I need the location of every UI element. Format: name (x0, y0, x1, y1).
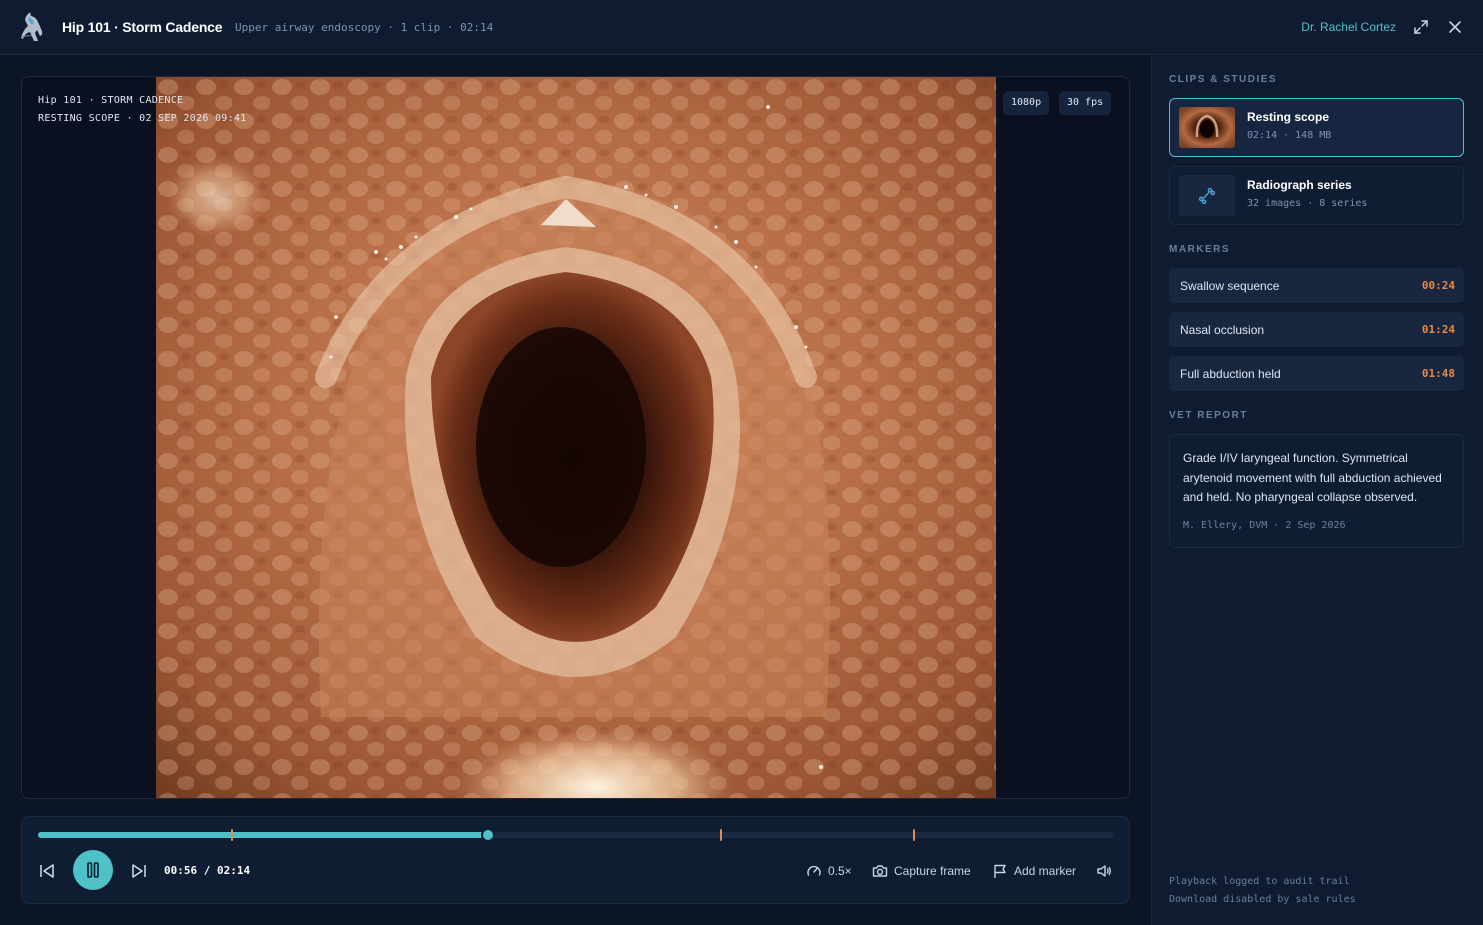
add-marker-button[interactable]: Add marker (992, 861, 1076, 881)
close-icon[interactable] (1446, 18, 1464, 36)
expand-icon[interactable] (1412, 18, 1430, 36)
time-readout: 00:56 / 02:14 (164, 864, 251, 877)
resolution-badge: 1080p (1003, 91, 1050, 115)
clip-card-radiograph-series[interactable]: Radiograph series 32 images · 8 series (1169, 166, 1464, 225)
skip-back-icon[interactable] (38, 862, 56, 880)
vet-report-signature: M. Ellery, DVM · 2 Sep 2026 (1183, 520, 1346, 531)
playback-controls: 00:56 / 02:14 0.5× Capture frame Add mar… (21, 816, 1130, 904)
add-marker-label: Add marker (1014, 864, 1077, 878)
overlay-line-2: RESTING SCOPE · 02 SEP 2026 09:41 (38, 113, 247, 124)
pause-button[interactable] (73, 850, 113, 890)
marker-item[interactable]: Swallow sequence 00:24 (1169, 268, 1464, 303)
speed-button[interactable]: 0.5× (806, 861, 852, 881)
marker-label: Swallow sequence (1180, 279, 1280, 293)
marker-time: 01:48 (1421, 367, 1455, 380)
timeline-marker[interactable] (912, 829, 915, 841)
clip-meta: 02:14 · 148 MB (1247, 130, 1332, 141)
horse-logo-icon (18, 11, 46, 43)
video-viewer[interactable]: Hip 101 · STORM CADENCE RESTING SCOPE · … (21, 76, 1130, 799)
overlay-line-1: Hip 101 · STORM CADENCE (38, 95, 184, 106)
marker-time: 01:24 (1421, 323, 1455, 336)
marker-label: Full abduction held (1180, 367, 1281, 381)
page-title: Hip 101 · Storm Cadence (62, 19, 223, 35)
speed-label: 0.5× (828, 864, 852, 878)
app-header: Hip 101 · Storm Cadence Upper airway end… (0, 0, 1483, 55)
endoscopy-video-frame[interactable] (156, 77, 996, 798)
progress-track[interactable] (38, 828, 1114, 842)
clip-thumbnail (1179, 107, 1235, 148)
capture-frame-label: Capture frame (894, 864, 971, 878)
vet-report-text: Grade I/IV laryngeal function. Symmetric… (1183, 451, 1442, 504)
gauge-icon (807, 865, 821, 876)
fps-badge: 30 fps (1059, 91, 1112, 115)
marker-item[interactable]: Nasal occlusion 01:24 (1169, 312, 1464, 347)
right-sidebar: CLIPS & STUDIES Resting scope 02:14 · 14… (1151, 55, 1483, 925)
pause-icon (87, 862, 99, 878)
clip-meta: 32 images · 8 series (1247, 198, 1368, 209)
volume-icon[interactable] (1096, 861, 1112, 881)
bone-icon (1179, 175, 1235, 216)
report-section-title: VET REPORT (1169, 410, 1248, 421)
vet-report-card: Grade I/IV laryngeal function. Symmetric… (1169, 434, 1464, 548)
user-name-link[interactable]: Dr. Rachel Cortez (1301, 20, 1396, 34)
capture-frame-button[interactable]: Capture frame (872, 861, 971, 881)
clips-section-title: CLIPS & STUDIES (1169, 74, 1278, 85)
clip-title: Radiograph series (1247, 178, 1352, 192)
progress-fill (38, 832, 488, 838)
flag-icon (994, 864, 1006, 878)
camera-icon (872, 865, 888, 877)
progress-handle[interactable] (480, 828, 495, 842)
marker-label: Nasal occlusion (1180, 323, 1265, 337)
clip-card-resting-scope[interactable]: Resting scope 02:14 · 148 MB (1169, 98, 1464, 157)
clip-title: Resting scope (1247, 110, 1330, 124)
timeline-marker[interactable] (720, 829, 723, 841)
download-note: Download disabled by sale rules (1169, 894, 1356, 905)
skip-forward-icon[interactable] (130, 862, 148, 880)
timeline-marker[interactable] (230, 829, 233, 841)
marker-item[interactable]: Full abduction held 01:48 (1169, 356, 1464, 391)
audit-note: Playback logged to audit trail (1169, 876, 1350, 887)
markers-section-title: MARKERS (1169, 244, 1231, 255)
marker-time: 00:24 (1421, 279, 1455, 292)
page-subtitle: Upper airway endoscopy · 1 clip · 02:14 (235, 21, 494, 34)
